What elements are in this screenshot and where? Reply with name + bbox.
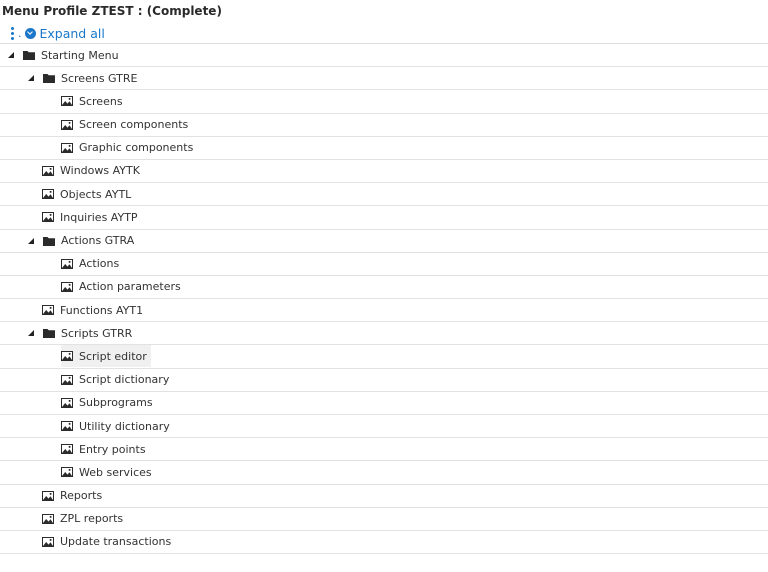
tree-item-row[interactable]: Screens <box>0 90 768 114</box>
tree-item-row[interactable]: Script dictionary <box>0 369 768 392</box>
tree-item-row[interactable]: Update transactions <box>0 531 768 555</box>
tree-folder-row[interactable]: Scripts GTRR <box>0 322 768 346</box>
tree-node[interactable]: Reports <box>42 485 106 507</box>
expand-all-label: Expand all <box>39 25 105 41</box>
image-icon <box>61 397 73 408</box>
tree-node[interactable]: Subprograms <box>61 392 157 414</box>
tree-item-row[interactable]: ZPL reports <box>0 508 768 531</box>
tree-node[interactable]: Script editor <box>61 345 151 368</box>
tree-item-row[interactable]: Objects AYTL <box>0 183 768 207</box>
folder-icon <box>43 329 55 339</box>
tree-node[interactable]: Graphic components <box>61 137 197 159</box>
tree-item-row[interactable]: Screen components <box>0 114 768 137</box>
toolbar: . Expand all <box>0 24 768 42</box>
tree-item-row[interactable]: Entry points <box>0 438 768 462</box>
image-icon <box>42 536 54 547</box>
tree-item-row[interactable]: Script editor <box>0 345 768 369</box>
tree-item-row[interactable]: Web services <box>0 461 768 485</box>
tree-node[interactable]: Windows AYTK <box>42 160 144 182</box>
tree-node[interactable]: Web services <box>61 461 156 483</box>
tree-node-label[interactable]: Actions GTRA <box>61 234 134 247</box>
tree-node-label[interactable]: Action parameters <box>79 280 181 293</box>
tree-node-label[interactable]: Subprograms <box>79 396 153 409</box>
image-icon <box>61 281 73 292</box>
tree-node-label[interactable]: Screen components <box>79 118 188 131</box>
image-icon <box>61 467 73 478</box>
tree-node[interactable]: Script dictionary <box>61 369 173 391</box>
tree-node-label[interactable]: Utility dictionary <box>79 420 170 433</box>
toolbar-separator: . <box>18 26 22 40</box>
tree-node-label[interactable]: Scripts GTRR <box>61 327 132 340</box>
tree-item-row[interactable]: Actions <box>0 253 768 276</box>
tree-node[interactable]: Functions AYT1 <box>42 299 147 321</box>
tree-node[interactable]: Entry points <box>61 438 150 460</box>
tree-node[interactable]: Action parameters <box>61 276 185 298</box>
tree-node[interactable]: Screen components <box>61 114 192 136</box>
tree-item-row[interactable]: Graphic components <box>0 137 768 160</box>
tree-node[interactable]: ZPL reports <box>42 508 127 530</box>
page-title: Menu Profile ZTEST : (Complete) <box>2 4 222 18</box>
image-icon <box>42 305 54 316</box>
tree-item-row[interactable]: Reports <box>0 485 768 508</box>
tree-node-label[interactable]: Script editor <box>79 350 147 363</box>
tree-folder-row[interactable]: Actions GTRA <box>0 230 768 253</box>
tree-node[interactable]: Objects AYTL <box>42 183 135 205</box>
image-icon <box>61 142 73 153</box>
tree-node-label[interactable]: ZPL reports <box>60 512 123 525</box>
tree-node-label[interactable]: Objects AYTL <box>60 188 131 201</box>
tree-folder-row[interactable]: Starting Menu <box>0 44 768 68</box>
collapse-triangle-icon[interactable] <box>26 73 36 83</box>
menu-tree: Starting Menu Screens GTRE Screens Screen c… <box>0 43 768 555</box>
image-icon <box>61 96 73 107</box>
expand-all-button[interactable]: Expand all <box>24 25 105 41</box>
tree-item-row[interactable]: Subprograms <box>0 392 768 415</box>
tree-node-label[interactable]: Actions <box>79 257 119 270</box>
tree-item-row[interactable]: Windows AYTK <box>0 160 768 184</box>
tree-node[interactable]: Actions GTRA <box>26 230 138 252</box>
tree-item-row[interactable]: Functions AYT1 <box>0 299 768 323</box>
folder-icon <box>23 51 35 60</box>
expand-check-icon <box>24 27 36 39</box>
tree-node[interactable]: Screens <box>61 90 127 112</box>
tree-node-label[interactable]: Functions AYT1 <box>60 304 143 317</box>
tree-node-label[interactable]: Graphic components <box>79 141 193 154</box>
tree-item-row[interactable]: Utility dictionary <box>0 415 768 439</box>
tree-node[interactable]: Starting Menu <box>6 44 123 66</box>
folder-icon <box>43 236 55 246</box>
collapse-triangle-icon[interactable] <box>26 328 36 338</box>
image-icon <box>42 490 54 501</box>
image-icon <box>42 165 54 176</box>
tree-folder-row[interactable]: Screens GTRE <box>0 67 768 91</box>
image-icon <box>61 444 73 455</box>
image-icon <box>42 189 54 200</box>
image-icon <box>61 421 73 431</box>
tree-node-label[interactable]: Screens GTRE <box>61 72 138 85</box>
tree-node[interactable]: Scripts GTRR <box>26 322 136 344</box>
image-icon <box>61 374 73 385</box>
tree-node-label[interactable]: Screens <box>79 95 123 108</box>
collapse-triangle-icon[interactable] <box>6 50 16 60</box>
tree-node-label[interactable]: Windows AYTK <box>60 164 140 177</box>
tree-node-label[interactable]: Inquiries AYTP <box>60 211 138 224</box>
tree-node-label[interactable]: Update transactions <box>60 535 171 548</box>
image-icon <box>61 119 73 130</box>
image-icon <box>61 351 73 362</box>
image-icon <box>61 258 73 269</box>
tree-node-label[interactable]: Web services <box>79 466 152 479</box>
image-icon <box>42 212 54 223</box>
tree-node[interactable]: Screens GTRE <box>26 67 142 89</box>
tree-node-label[interactable]: Starting Menu <box>41 49 119 62</box>
tree-item-row[interactable]: Inquiries AYTP <box>0 206 768 230</box>
tree-node-label[interactable]: Script dictionary <box>79 373 169 386</box>
collapse-triangle-icon[interactable] <box>26 236 36 246</box>
tree-node[interactable]: Update transactions <box>42 531 175 553</box>
tree-node-label[interactable]: Reports <box>60 489 102 502</box>
tree-node[interactable]: Actions <box>61 253 123 275</box>
image-icon <box>42 513 54 524</box>
folder-icon <box>43 74 55 84</box>
tree-node[interactable]: Utility dictionary <box>61 415 174 437</box>
tree-item-row[interactable]: Action parameters <box>0 276 768 300</box>
tree-node[interactable]: Inquiries AYTP <box>42 206 142 228</box>
tree-node-label[interactable]: Entry points <box>79 443 146 456</box>
